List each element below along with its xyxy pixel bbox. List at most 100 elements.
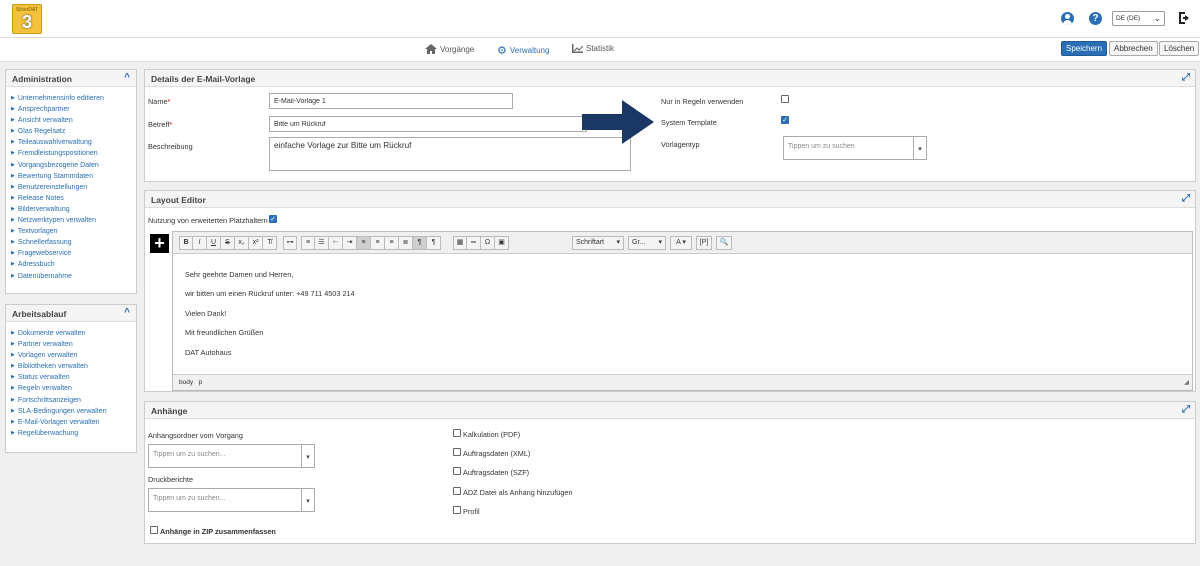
underline-icon[interactable]: U — [207, 236, 221, 250]
sidebar-item[interactable]: ▶ Vorgangsbezogene Daten — [11, 160, 132, 171]
rtl-icon[interactable]: ¶ — [427, 236, 441, 250]
name-input[interactable] — [269, 93, 513, 109]
option-checkbox[interactable] — [453, 487, 461, 495]
bullet-icon: ▶ — [11, 418, 15, 425]
clear-format-icon[interactable]: T̸ — [263, 236, 277, 250]
sidebar-item[interactable]: ▶ Regeln verwalten — [11, 383, 132, 394]
font-family-select[interactable]: Schriftart ▾ — [572, 236, 624, 250]
bold-icon[interactable]: B — [179, 236, 193, 250]
sidebar-item[interactable]: ▶ Teileauswahlverwaltung — [11, 137, 132, 148]
sidebar-item[interactable]: ▶ Datenübernahme — [11, 271, 132, 282]
system-template-checkbox[interactable]: ✓ — [781, 116, 789, 124]
subject-input[interactable] — [269, 116, 587, 132]
print-select[interactable]: Tippen um zu suchen... ▾ — [148, 488, 315, 512]
description-textarea[interactable]: einfache Vorlage zur Bitte um Rückruf — [269, 137, 631, 171]
folder-select[interactable]: Tippen um zu suchen... ▾ — [148, 444, 315, 468]
expand-icon[interactable]: ⤢ — [1182, 72, 1190, 83]
help-icon[interactable]: ? — [1089, 12, 1102, 25]
link-icon[interactable]: ⊶ — [283, 236, 297, 250]
save-button[interactable]: Speichern — [1061, 41, 1108, 56]
sidebar-item[interactable]: ▶ Partner verwalten — [11, 339, 132, 350]
option-checkbox[interactable] — [453, 467, 461, 475]
path-element[interactable]: p — [199, 379, 203, 386]
zip-checkbox[interactable] — [150, 526, 158, 534]
bullet-icon: ▶ — [11, 396, 15, 403]
align-center-icon[interactable]: ≡ — [371, 236, 385, 250]
sidebar-item[interactable]: ▶ Dokumente verwalten — [11, 328, 132, 339]
sidebar-item[interactable]: ▶ Netzwerktypen verwalten — [11, 215, 132, 226]
sidebar-item[interactable]: ▶ Textvorlagen — [11, 226, 132, 237]
sidebar-item[interactable]: ▶ Fortschrittsanzeigen — [11, 395, 132, 406]
ext-placeholders-checkbox[interactable]: ✓ — [269, 215, 277, 223]
expand-icon[interactable]: ⤢ — [1182, 404, 1190, 415]
ltr-icon[interactable]: ¶ — [413, 236, 427, 250]
sidebar-item[interactable]: ▶ Unternehmensinfo editieren — [11, 93, 132, 104]
cancel-button[interactable]: Abbrechen — [1109, 41, 1158, 56]
sidebar-item[interactable]: ▶ Fragewebservice — [11, 248, 132, 259]
language-select[interactable]: DE (DE) ⌄ — [1112, 11, 1165, 26]
sidebar-item[interactable]: ▶ Bewertung Stammdaten — [11, 171, 132, 182]
dropdown-caret-icon[interactable]: ▾ — [301, 489, 314, 511]
option-checkbox[interactable] — [453, 429, 461, 437]
logout-icon[interactable] — [1177, 10, 1193, 26]
superscript-icon[interactable]: x² — [249, 236, 263, 250]
delete-button[interactable]: Löschen — [1159, 41, 1200, 56]
option-checkbox[interactable] — [453, 506, 461, 514]
align-left-icon[interactable]: ≡ — [357, 236, 371, 250]
sidebar-item[interactable]: ▶ SLA-Bedingungen verwalten — [11, 406, 132, 417]
language-value: DE (DE) — [1116, 15, 1141, 22]
bullet-list-icon[interactable]: ☰ — [315, 236, 329, 250]
image-icon[interactable]: ▣ — [495, 236, 509, 250]
sidebar-item[interactable]: ▶ Glas Regelsatz — [11, 126, 132, 137]
horizontal-rule-icon[interactable]: ═ — [467, 236, 481, 250]
collapse-icon[interactable]: ^ — [124, 72, 130, 83]
nav-verwaltung[interactable]: ⚙ Verwaltung — [497, 44, 549, 57]
dropdown-caret-icon[interactable]: ▾ — [301, 445, 314, 467]
numbered-list-icon[interactable]: ≡ — [301, 236, 315, 250]
workflow-header[interactable]: Arbeitsablauf ^ — [6, 305, 136, 322]
sidebar-item-label: Unternehmensinfo editieren — [17, 95, 104, 102]
user-icon[interactable] — [1061, 12, 1074, 25]
special-char-icon[interactable]: Ω — [481, 236, 495, 250]
path-element[interactable]: body — [179, 379, 193, 386]
align-justify-icon[interactable]: ≣ — [399, 236, 413, 250]
sidebar-item[interactable]: ▶ Release Notes — [11, 193, 132, 204]
sidebar-item-label: Vorgangsbezogene Daten — [17, 161, 99, 169]
app-logo[interactable]: SilverDAT 3 — [12, 4, 42, 34]
table-icon[interactable]: ▦ — [453, 236, 467, 250]
outdent-icon[interactable]: ⇤ — [329, 236, 343, 250]
expand-icon[interactable]: ⤢ — [1182, 193, 1190, 204]
nav-statistik[interactable]: Statistik — [572, 44, 614, 53]
subscript-icon[interactable]: x₂ — [235, 236, 249, 250]
collapse-icon[interactable]: ^ — [124, 307, 130, 318]
sidebar-item[interactable]: ▶ Fremdleistungspositionen — [11, 148, 132, 159]
strikethrough-icon[interactable]: S — [221, 236, 235, 250]
text-color-icon[interactable]: A ▾ — [670, 236, 692, 250]
preview-search-icon[interactable]: 🔍 — [716, 236, 732, 250]
sidebar-item[interactable]: ▶ Status verwalten — [11, 372, 132, 383]
admin-header[interactable]: Administration ^ — [6, 70, 136, 87]
insert-placeholder-button[interactable]: + — [150, 234, 169, 253]
sidebar-item[interactable]: ▶ E-Mail-Vorlagen verwalten — [11, 417, 132, 428]
sidebar-item[interactable]: ▶ Regelüberwachung — [11, 428, 132, 439]
placeholder-icon[interactable]: [P] — [696, 236, 712, 250]
sidebar-item[interactable]: ▶ Vorlagen verwalten — [11, 350, 132, 361]
rules-only-checkbox[interactable] — [781, 95, 789, 103]
editor-content[interactable]: Sehr geehrte Damen und Herren, wir bitte… — [173, 254, 1192, 374]
align-right-icon[interactable]: ≡ — [385, 236, 399, 250]
sidebar-item[interactable]: ▶ Ansprechpartner — [11, 104, 132, 115]
italic-icon[interactable]: I — [193, 236, 207, 250]
dropdown-caret-icon[interactable]: ▾ — [913, 137, 926, 159]
resize-handle-icon[interactable]: ◢ — [1184, 378, 1189, 386]
sidebar-item[interactable]: ▶ Benutzereinstellungen — [11, 182, 132, 193]
indent-icon[interactable]: ⇥ — [343, 236, 357, 250]
sidebar-item[interactable]: ▶ Bilderverwaltung — [11, 204, 132, 215]
nav-vorgaenge[interactable]: Vorgänge — [425, 44, 474, 54]
sidebar-item[interactable]: ▶ Adressbuch — [11, 259, 132, 270]
option-checkbox[interactable] — [453, 448, 461, 456]
sidebar-item[interactable]: ▶ Bibliotheken verwalten — [11, 361, 132, 372]
sidebar-item[interactable]: ▶ Ansicht verwalten — [11, 115, 132, 126]
template-type-select[interactable]: Tippen um zu suchen ▾ — [783, 136, 927, 160]
font-size-select[interactable]: Gr... ▾ — [628, 236, 666, 250]
sidebar-item[interactable]: ▶ Schnellerfassung — [11, 237, 132, 248]
